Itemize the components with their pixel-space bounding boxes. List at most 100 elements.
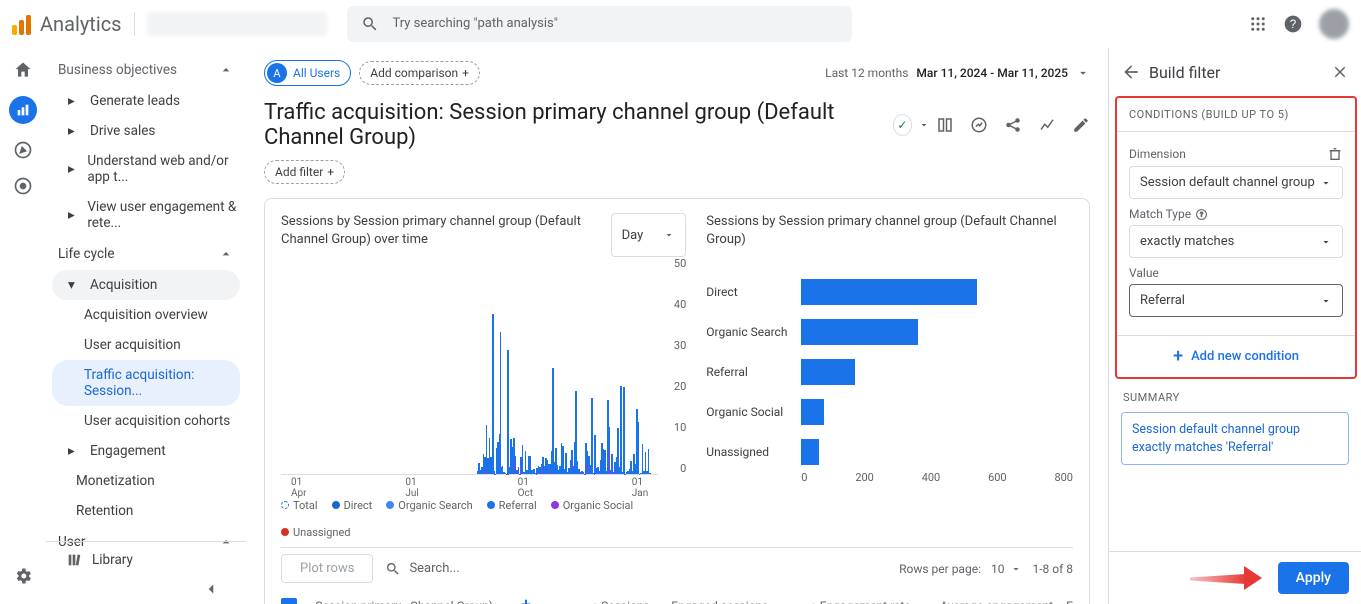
col-avg[interactable]: Average engagement	[940, 599, 1053, 604]
line-chart-plot	[281, 263, 658, 475]
add-condition-button[interactable]: + Add new condition	[1117, 335, 1355, 377]
date-range-picker[interactable]: Last 12 months Mar 11, 2024 - Mar 11, 20…	[825, 66, 1090, 80]
nav-item-retention[interactable]: Retention	[46, 496, 246, 526]
back-arrow-icon[interactable]	[1121, 62, 1141, 82]
filter-title: Build filter	[1149, 63, 1220, 82]
explore-icon[interactable]	[13, 140, 33, 160]
filter-panel: Build filter CONDITIONS (BUILD UP TO 5) …	[1108, 48, 1361, 604]
global-search[interactable]: Try searching "path analysis"	[347, 6, 852, 42]
summary-header: SUMMARY	[1109, 383, 1361, 412]
rows-per-page-select[interactable]: 10	[991, 562, 1023, 576]
close-icon[interactable]	[1331, 63, 1349, 81]
app-header: Analytics Try searching "path analysis" …	[0, 0, 1361, 48]
nav-item-user-acq-cohorts[interactable]: User acquisition cohorts	[46, 406, 246, 436]
nav-item-traffic-acq[interactable]: Traffic acquisition: Session...	[52, 360, 240, 406]
help-icon[interactable]: ?	[1283, 14, 1303, 34]
bar-label: Organic Social	[706, 405, 798, 419]
add-filter-button[interactable]: Add filter +	[264, 160, 345, 184]
value-select[interactable]: Referral	[1129, 284, 1343, 317]
delete-icon[interactable]	[1327, 146, 1343, 162]
home-icon[interactable]	[13, 60, 33, 80]
comparison-badge: A	[267, 63, 287, 83]
logo: Analytics	[12, 12, 122, 36]
add-comparison-button[interactable]: Add comparison +	[359, 61, 480, 85]
divider	[134, 12, 135, 36]
chevron-down-icon	[1010, 563, 1022, 575]
nav-item-acquisition[interactable]: ▾Acquisition	[52, 270, 240, 300]
col-more: E	[1053, 599, 1073, 604]
comparison-all-users[interactable]: A All Users	[264, 60, 351, 86]
chevron-up-icon	[218, 62, 234, 78]
bar-label: Unassigned	[706, 445, 798, 459]
library-icon	[66, 552, 82, 568]
annotation-arrow	[1190, 566, 1270, 590]
help-outline-icon[interactable]: ?	[1195, 208, 1208, 221]
match-type-select[interactable]: exactly matches	[1129, 225, 1343, 258]
bar	[801, 439, 819, 465]
match-type-label: Match Type ?	[1129, 207, 1343, 221]
chevron-down-icon[interactable]	[918, 118, 930, 132]
nav-item-engagement-retention[interactable]: ▸View user engagement & rete...	[46, 192, 246, 238]
nav-item-acq-overview[interactable]: Acquisition overview	[46, 300, 246, 330]
dropdown-arrow-icon	[1320, 177, 1332, 189]
account-avatar[interactable]	[1319, 9, 1349, 39]
chevron-down-icon	[1076, 66, 1090, 80]
nav-section-lifecycle[interactable]: Life cycle	[46, 238, 246, 270]
plus-icon: +	[462, 66, 469, 80]
nav-item-leads[interactable]: ▸Generate leads	[46, 86, 246, 116]
select-all-checkbox[interactable]: −	[281, 598, 297, 604]
line-chart-title: Sessions by Session primary channel grou…	[281, 213, 601, 249]
dropdown-arrow-icon	[1320, 236, 1332, 248]
search-placeholder: Try searching "path analysis"	[393, 16, 558, 31]
svg-text:?: ?	[1200, 210, 1203, 218]
granularity-select[interactable]: Day	[611, 213, 687, 257]
nav-section-business[interactable]: Business objectives	[46, 54, 246, 86]
report-content: A All Users Add comparison + Last 12 mon…	[246, 48, 1108, 604]
nav-item-monetization[interactable]: Monetization	[46, 466, 246, 496]
table-header: − Session primary...Channel Group) + ↓ S…	[281, 589, 1073, 604]
bar-chart-title: Sessions by Session primary channel grou…	[706, 213, 1073, 249]
plot-rows-button[interactable]: Plot rows	[281, 554, 373, 583]
add-dimension-icon[interactable]: +	[521, 595, 531, 604]
apps-icon[interactable]	[1249, 15, 1267, 33]
pagination-range: 1-8 of 8	[1032, 562, 1073, 576]
bar	[801, 279, 977, 305]
dropdown-arrow-icon	[1320, 295, 1332, 307]
nav-item-understand[interactable]: ▸Understand web and/or app t...	[46, 146, 246, 192]
report-title-row: Traffic acquisition: Session primary cha…	[264, 100, 1090, 150]
bar-chart: 0200400600800 DirectOrganic SearchReferr…	[706, 257, 1073, 495]
collapse-nav[interactable]	[202, 580, 220, 598]
search-icon	[385, 561, 401, 577]
nav-item-engagement[interactable]: ▸Engagement	[46, 436, 246, 466]
edit-icon[interactable]	[1072, 116, 1090, 134]
admin-icon[interactable]	[13, 566, 33, 586]
table-search[interactable]: Search...	[385, 561, 459, 577]
reports-icon[interactable]	[9, 96, 37, 124]
chart-card: Sessions by Session primary channel grou…	[264, 198, 1090, 604]
line-legend: Total Direct Organic Search Referral Org…	[281, 499, 686, 539]
apply-button[interactable]: Apply	[1278, 562, 1349, 594]
property-selector[interactable]	[147, 12, 327, 36]
search-icon	[361, 15, 379, 33]
trend-icon[interactable]	[1038, 116, 1056, 134]
chevron-down-icon	[663, 229, 675, 241]
report-title: Traffic acquisition: Session primary cha…	[264, 100, 887, 150]
customize-icon[interactable]	[936, 116, 954, 134]
col-sessions[interactable]: Sessions	[601, 599, 649, 604]
data-quality-icon[interactable]: ✓	[893, 114, 912, 136]
bar-x-axis: 0200400600800	[801, 471, 1073, 489]
table-dim-header[interactable]: Session primary...Channel Group)	[315, 599, 493, 604]
bar-label: Referral	[706, 365, 798, 379]
advertising-icon[interactable]	[13, 176, 33, 196]
col-engaged[interactable]: Engaged sessions	[671, 599, 768, 604]
value-label: Value	[1129, 266, 1343, 280]
dimension-label: Dimension	[1129, 146, 1343, 162]
nav-item-user-acq[interactable]: User acquisition	[46, 330, 246, 360]
dimension-select[interactable]: Session default channel group	[1129, 166, 1343, 199]
col-rate[interactable]: Engagement rate	[820, 599, 911, 604]
nav-item-sales[interactable]: ▸Drive sales	[46, 116, 246, 146]
insights-icon[interactable]	[970, 116, 988, 134]
nav-library[interactable]: Library	[46, 541, 246, 578]
share-icon[interactable]	[1004, 116, 1022, 134]
svg-text:?: ?	[1290, 18, 1297, 31]
